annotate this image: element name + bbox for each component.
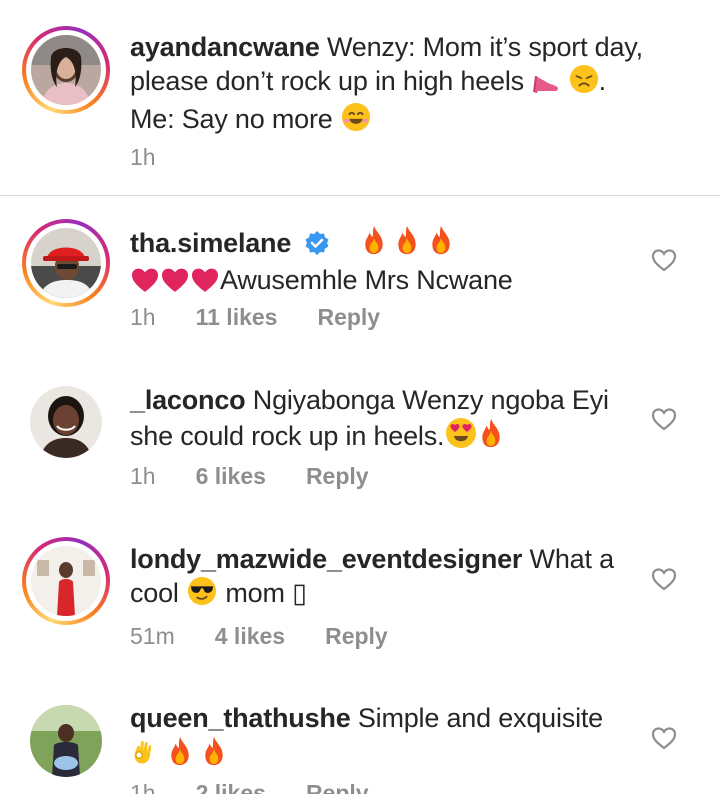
comment-username[interactable]: londy_mazwide_eventdesigner [130, 544, 522, 574]
caption-time: 1h [130, 144, 156, 170]
comment-username[interactable]: _laconco [130, 385, 246, 415]
fire-emoji [167, 735, 193, 775]
comment-text: Awusemhle Mrs Ncwane [220, 265, 513, 295]
comment-text-line1: What a [529, 544, 615, 574]
avatar-ring[interactable] [22, 378, 110, 466]
ok-hand-emoji [130, 737, 160, 775]
caption-username[interactable]: ayandancwane [130, 32, 320, 62]
comment-text-line2: she could rock up in heels. [130, 421, 445, 451]
post-caption: ayandancwane Wenzy: Mom it’s sport day, … [0, 0, 720, 196]
avatar[interactable] [30, 705, 102, 777]
like-heart-icon[interactable] [650, 405, 678, 433]
caption-text-line2-end: . [598, 66, 607, 96]
avatar[interactable] [31, 228, 101, 298]
high-heel-emoji [531, 66, 561, 102]
like-heart-icon[interactable] [650, 724, 678, 752]
avatar-ring[interactable] [22, 697, 110, 785]
heart-emoji [130, 267, 160, 301]
comment-username[interactable]: queen_thathushe [130, 703, 351, 733]
avatar-ring[interactable] [22, 26, 110, 114]
comment-likes[interactable]: 4 likes [215, 623, 285, 650]
sunglasses-emoji [186, 576, 218, 614]
comment-time: 1h [130, 463, 156, 489]
comment-time: 1h [130, 304, 156, 330]
reply-button[interactable]: Reply [317, 304, 380, 331]
reply-button[interactable]: Reply [306, 463, 369, 490]
avatar[interactable] [31, 546, 101, 616]
reply-button[interactable]: Reply [306, 780, 369, 794]
fire-emoji [201, 735, 227, 775]
fire-emoji [394, 224, 420, 264]
heart-emoji [160, 267, 190, 301]
comment-text-line2b: mom [225, 578, 285, 608]
avatar-ring[interactable] [22, 537, 110, 625]
disappointed-face-emoji [569, 64, 599, 102]
comment-text: Simple and exquisite [357, 703, 603, 733]
caption-text-line3: Me: Say no more [130, 104, 333, 134]
heart-eyes-emoji [444, 417, 478, 457]
comment-likes[interactable]: 2 likes [196, 780, 266, 794]
missing-glyph: ▯ [292, 578, 307, 608]
like-heart-icon[interactable] [650, 246, 678, 274]
avatar[interactable] [31, 35, 101, 105]
like-heart-icon[interactable] [650, 565, 678, 593]
avatar-ring[interactable] [22, 219, 110, 307]
fire-emoji [478, 417, 504, 457]
fire-emoji [428, 224, 454, 264]
smiling-face-emoji [340, 102, 372, 140]
fire-emoji [361, 224, 387, 264]
comment-text-line1: Ngiyabonga Wenzy ngoba Eyi [252, 385, 609, 415]
comment-time: 51m [130, 623, 175, 649]
comment-likes[interactable]: 6 likes [196, 463, 266, 490]
comment-username[interactable]: tha.simelane [130, 228, 291, 258]
caption-text-line1: Wenzy: Mom it’s sport day, [327, 32, 643, 62]
comment-time: 1h [130, 780, 156, 794]
comment-meta-clipped: 1h 2 likes Reply [0, 780, 720, 794]
verified-badge-icon [304, 230, 330, 264]
heart-emoji [190, 267, 220, 301]
avatar[interactable] [30, 386, 102, 458]
reply-button[interactable]: Reply [325, 623, 388, 650]
comment-likes[interactable]: 11 likes [196, 304, 278, 331]
comment-text-line2a: cool [130, 578, 179, 608]
caption-text-line2: please don’t rock up in high heels [130, 66, 524, 96]
